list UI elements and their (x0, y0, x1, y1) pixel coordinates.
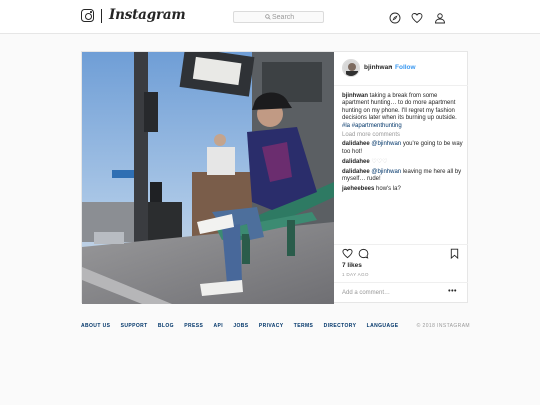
separator-dot: • (390, 64, 393, 71)
footer: ABOUT US SUPPORT BLOG PRESS API JOBS PRI… (81, 323, 470, 333)
footer-link-press[interactable]: PRESS (184, 323, 203, 329)
add-comment-placeholder: Add a comment… (342, 290, 391, 296)
comment-item: dalidahee ♡♡♡ (342, 159, 464, 166)
footer-link-privacy[interactable]: PRIVACY (259, 323, 284, 329)
comment-username[interactable]: dalidahee (342, 169, 370, 175)
more-options-button[interactable]: ••• (448, 288, 457, 295)
comment-username[interactable]: jaeheebees (342, 186, 374, 192)
comment-text: ♡♡♡ (371, 158, 388, 165)
heart-icon[interactable] (411, 12, 423, 24)
comment-mention[interactable]: @bjinhwan (371, 169, 401, 175)
comment-text: how's la? (376, 186, 401, 193)
logo-divider (101, 9, 102, 23)
instagram-wordmark[interactable]: Instagram (109, 7, 186, 23)
comment-username[interactable]: dalidahee (342, 159, 370, 165)
street-photo-illustration (82, 52, 334, 304)
follow-button[interactable]: Follow (395, 64, 416, 71)
comment-bubble-icon[interactable] (358, 248, 369, 259)
footer-link-about[interactable]: ABOUT US (81, 323, 110, 329)
post-photo[interactable] (82, 52, 334, 304)
footer-link-terms[interactable]: TERMS (294, 323, 314, 329)
author-username[interactable]: bjinhwan (364, 64, 392, 71)
footer-link-blog[interactable]: BLOG (158, 323, 174, 329)
instagram-logo-icon[interactable] (81, 9, 94, 22)
post-caption: bjinhwan taking a break from some apartm… (342, 93, 464, 130)
post-timestamp: 1 DAY AGO (342, 272, 369, 277)
comment-mention[interactable]: @bjinhwan (371, 141, 401, 147)
footer-links: ABOUT US SUPPORT BLOG PRESS API JOBS PRI… (81, 323, 409, 329)
footer-link-support[interactable]: SUPPORT (121, 323, 148, 329)
comment-item: dalidahee @bjinhwan you're going to be w… (342, 141, 464, 156)
post-actions: 7 likes 1 DAY AGO Add a comment… ••• (334, 244, 468, 304)
load-more-comments-button[interactable]: Load more comments (342, 132, 464, 139)
like-heart-icon[interactable] (342, 248, 353, 259)
comment-item: dalidahee @bjinhwan leaving me here all … (342, 169, 464, 184)
search-input[interactable]: Search (233, 11, 324, 23)
post-sidebar: bjinhwan • Follow bjinhwan taking a brea… (334, 52, 468, 303)
post-card: bjinhwan • Follow bjinhwan taking a brea… (81, 51, 468, 304)
search-placeholder: Search (272, 14, 295, 21)
footer-link-language[interactable]: LANGUAGE (367, 323, 399, 329)
top-navigation-bar: Instagram Search (0, 0, 540, 34)
likes-count[interactable]: 7 likes (342, 262, 362, 269)
add-comment-field[interactable]: Add a comment… ••• (334, 282, 468, 304)
post-author-header: bjinhwan • Follow (334, 52, 468, 86)
search-icon (265, 14, 271, 20)
profile-person-icon[interactable] (434, 12, 446, 24)
avatar[interactable] (342, 59, 360, 77)
hashtag-link[interactable]: #apartmenthunting (352, 123, 402, 129)
caption-username[interactable]: bjinhwan (342, 93, 368, 99)
comment-username[interactable]: dalidahee (342, 141, 370, 147)
compass-icon[interactable] (389, 12, 401, 24)
bookmark-icon[interactable] (449, 248, 460, 259)
comment-item: jaeheebees how's la? (342, 186, 464, 193)
footer-link-jobs[interactable]: JOBS (233, 323, 248, 329)
comments-list: bjinhwan taking a break from some apartm… (342, 93, 464, 196)
footer-link-api[interactable]: API (213, 323, 223, 329)
footer-link-directory[interactable]: DIRECTORY (324, 323, 357, 329)
hashtag-link[interactable]: #la (342, 123, 350, 129)
copyright-text: © 2018 INSTAGRAM (416, 323, 470, 329)
